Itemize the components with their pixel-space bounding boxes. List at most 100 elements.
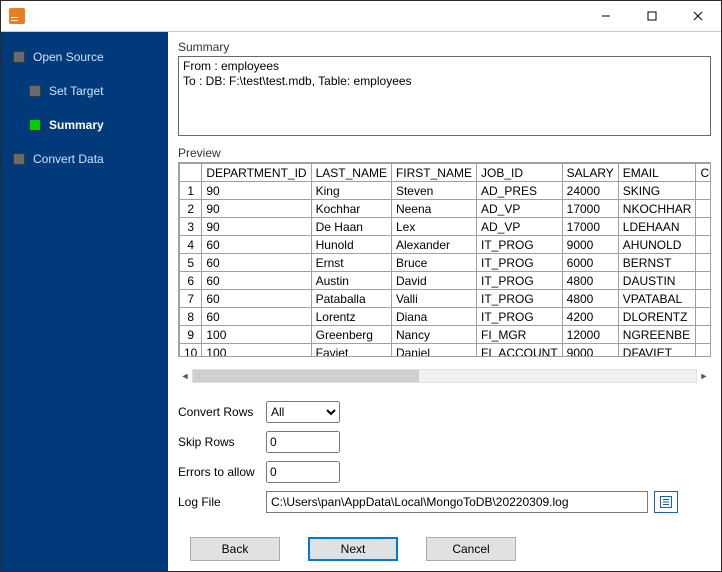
- column-header[interactable]: DEPARTMENT_ID: [202, 164, 311, 182]
- table-cell: AD_VP: [476, 218, 562, 236]
- column-header[interactable]: LAST_NAME: [311, 164, 391, 182]
- table-cell: Steven: [391, 182, 476, 200]
- table-cell: 60: [202, 272, 311, 290]
- table-cell: [696, 308, 710, 326]
- errors-to-allow-input[interactable]: [266, 461, 340, 483]
- log-file-browse-button[interactable]: [654, 491, 678, 513]
- convert-rows-label: Convert Rows: [178, 405, 266, 419]
- table-row[interactable]: 9100GreenbergNancyFI_MGR12000NGREENBE: [180, 326, 711, 344]
- table-cell: David: [391, 272, 476, 290]
- horizontal-scrollbar[interactable]: ◄ ►: [178, 367, 711, 385]
- column-header[interactable]: JOB_ID: [476, 164, 562, 182]
- scroll-right-arrow-icon[interactable]: ►: [697, 368, 711, 384]
- minimize-icon: [601, 11, 611, 21]
- close-icon: [693, 11, 703, 21]
- column-header[interactable]: COMMIS: [696, 164, 710, 182]
- log-file-label: Log File: [178, 495, 266, 509]
- scroll-left-arrow-icon[interactable]: ◄: [178, 368, 192, 384]
- table-cell: DAUSTIN: [618, 272, 696, 290]
- step-bullet-icon: [13, 153, 25, 165]
- table-cell: NKOCHHAR: [618, 200, 696, 218]
- table-cell: 60: [202, 290, 311, 308]
- column-header[interactable]: EMAIL: [618, 164, 696, 182]
- table-cell: LDEHAAN: [618, 218, 696, 236]
- table-cell: Pataballa: [311, 290, 391, 308]
- table-cell: VPATABAL: [618, 290, 696, 308]
- table-cell: 100: [202, 344, 311, 357]
- sidebar-item-label: Summary: [49, 118, 104, 132]
- minimize-button[interactable]: [583, 1, 629, 31]
- row-number-cell: 4: [180, 236, 202, 254]
- table-cell: IT_PROG: [476, 290, 562, 308]
- row-number-cell: 7: [180, 290, 202, 308]
- maximize-button[interactable]: [629, 1, 675, 31]
- sidebar-item-label: Open Source: [33, 50, 104, 64]
- table-row[interactable]: 760PataballaValliIT_PROG4800VPATABAL: [180, 290, 711, 308]
- convert-rows-select[interactable]: All: [266, 401, 340, 423]
- titlebar: [1, 1, 721, 32]
- cancel-button[interactable]: Cancel: [426, 537, 516, 561]
- table-row[interactable]: 560ErnstBruceIT_PROG6000BERNST: [180, 254, 711, 272]
- table-row[interactable]: 660AustinDavidIT_PROG4800DAUSTIN: [180, 272, 711, 290]
- skip-rows-input[interactable]: [266, 431, 340, 453]
- table-row[interactable]: 190KingStevenAD_PRES24000SKING: [180, 182, 711, 200]
- preview-table: DEPARTMENT_IDLAST_NAMEFIRST_NAMEJOB_IDSA…: [179, 163, 710, 356]
- row-number-cell: 9: [180, 326, 202, 344]
- scroll-track[interactable]: [192, 369, 697, 383]
- app-icon: [9, 8, 25, 24]
- table-cell: 17000: [562, 218, 618, 236]
- table-cell: 60: [202, 308, 311, 326]
- table-cell: Neena: [391, 200, 476, 218]
- table-cell: Daniel: [391, 344, 476, 357]
- column-header[interactable]: FIRST_NAME: [391, 164, 476, 182]
- table-cell: Bruce: [391, 254, 476, 272]
- sidebar-item-convert-data[interactable]: Convert Data: [1, 146, 168, 172]
- table-cell: [696, 326, 710, 344]
- preview-label: Preview: [178, 146, 711, 160]
- step-bullet-icon: [29, 85, 41, 97]
- table-row[interactable]: 390De HaanLexAD_VP17000LDEHAAN: [180, 218, 711, 236]
- row-number-header: [180, 164, 202, 182]
- table-cell: [696, 200, 710, 218]
- table-row[interactable]: 460HunoldAlexanderIT_PROG9000AHUNOLD: [180, 236, 711, 254]
- summary-text[interactable]: From : employees To : DB: F:\test\test.m…: [178, 56, 711, 136]
- preview-grid[interactable]: DEPARTMENT_IDLAST_NAMEFIRST_NAMEJOB_IDSA…: [178, 162, 711, 357]
- table-cell: 60: [202, 254, 311, 272]
- row-number-cell: 1: [180, 182, 202, 200]
- table-cell: AHUNOLD: [618, 236, 696, 254]
- options-form: Convert Rows All Skip Rows Errors to all…: [178, 397, 711, 517]
- close-button[interactable]: [675, 1, 721, 31]
- table-cell: Hunold: [311, 236, 391, 254]
- sidebar-item-label: Set Target: [49, 84, 103, 98]
- table-cell: 90: [202, 182, 311, 200]
- sidebar-item-set-target[interactable]: Set Target: [1, 78, 168, 104]
- log-file-input[interactable]: [266, 491, 648, 513]
- sidebar: Open Source Set Target Summary Convert D…: [1, 32, 168, 571]
- table-cell: AD_PRES: [476, 182, 562, 200]
- table-cell: 24000: [562, 182, 618, 200]
- table-row[interactable]: 10100FavietDanielFI_ACCOUNT9000DFAVIET: [180, 344, 711, 357]
- table-cell: Nancy: [391, 326, 476, 344]
- table-row[interactable]: 860LorentzDianaIT_PROG4200DLORENTZ: [180, 308, 711, 326]
- table-cell: Diana: [391, 308, 476, 326]
- next-button[interactable]: Next: [308, 537, 398, 561]
- table-cell: IT_PROG: [476, 308, 562, 326]
- scroll-thumb[interactable]: [193, 370, 419, 382]
- table-cell: Faviet: [311, 344, 391, 357]
- column-header[interactable]: SALARY: [562, 164, 618, 182]
- table-cell: Lex: [391, 218, 476, 236]
- table-cell: De Haan: [311, 218, 391, 236]
- table-cell: 60: [202, 236, 311, 254]
- window-controls: [583, 1, 721, 31]
- table-cell: 90: [202, 218, 311, 236]
- sidebar-item-open-source[interactable]: Open Source: [1, 44, 168, 70]
- table-cell: Valli: [391, 290, 476, 308]
- table-cell: 4800: [562, 272, 618, 290]
- app-window: Open Source Set Target Summary Convert D…: [0, 0, 722, 572]
- sidebar-item-summary[interactable]: Summary: [1, 112, 168, 138]
- back-button[interactable]: Back: [190, 537, 280, 561]
- table-row[interactable]: 290KochharNeenaAD_VP17000NKOCHHAR: [180, 200, 711, 218]
- wizard-buttons: Back Next Cancel: [178, 537, 711, 561]
- step-bullet-icon: [13, 51, 25, 63]
- table-cell: SKING: [618, 182, 696, 200]
